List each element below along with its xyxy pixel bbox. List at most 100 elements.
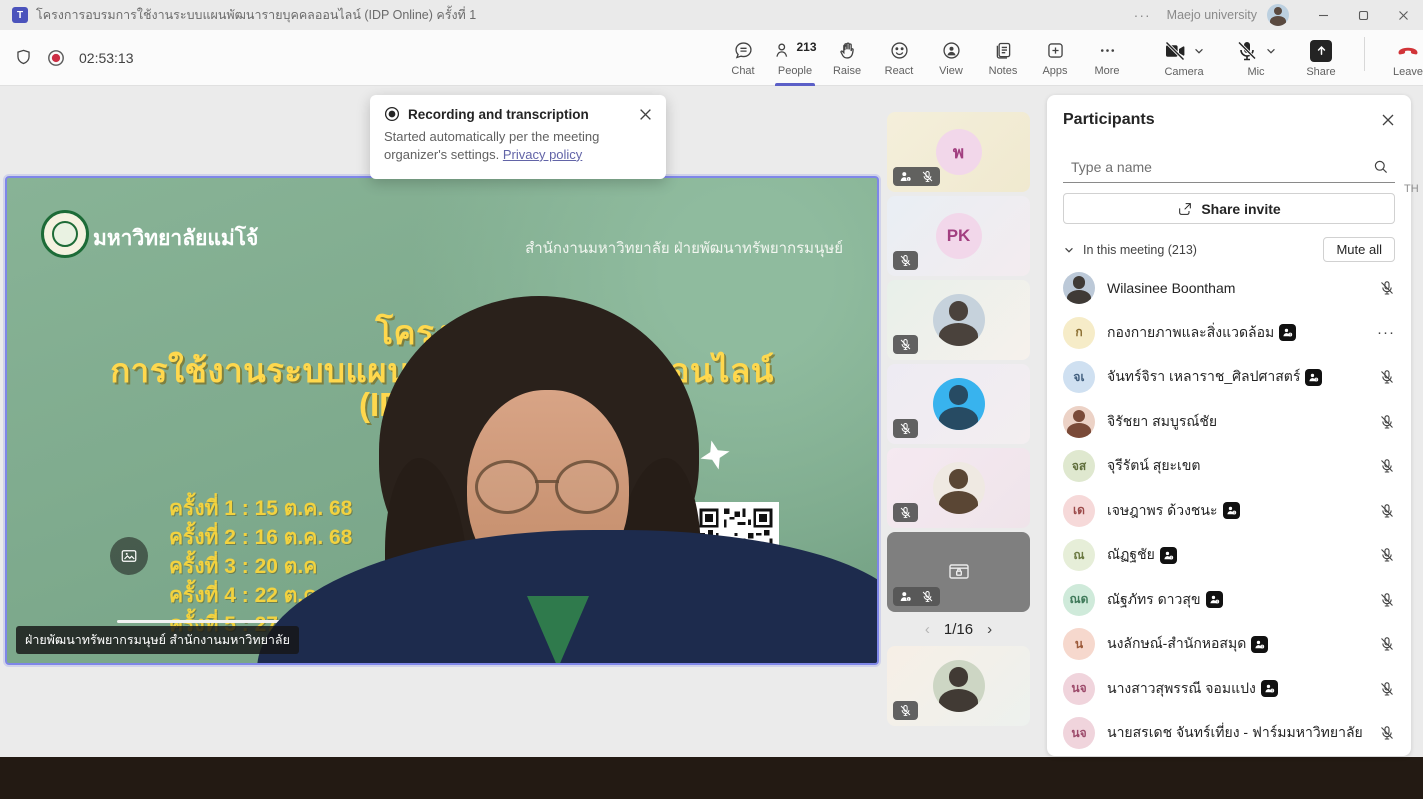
participant-name: เจษฎาพร ด้วงชนะ ? [1107, 500, 1367, 522]
tile-photo-avatar [933, 378, 985, 430]
tile-initials-avatar: พ [936, 129, 982, 175]
mic-button[interactable]: Mic [1220, 39, 1292, 78]
pager-prev-icon[interactable]: ‹ [925, 621, 930, 638]
main-video-tile[interactable]: มหาวิทยาลัยแม่โจ้ สำนักงานมหาวิทยาลัย ฝ่… [5, 176, 879, 665]
participant-row[interactable]: ณด ณัฐภัทร ดาวสุข ? [1063, 578, 1395, 623]
participant-name: จิรัชยา สมบูรณ์ชัย ? [1107, 411, 1367, 433]
apps-button[interactable]: Apps [1029, 30, 1081, 86]
camera-button[interactable]: Camera [1148, 39, 1220, 78]
participant-row[interactable]: นจ นางสาวสุพรรณี จอมแปง ? [1063, 667, 1395, 712]
video-tile[interactable]: ! [887, 280, 1030, 360]
raise-hand-button[interactable]: Raise [821, 30, 873, 86]
react-button[interactable]: React [873, 30, 925, 86]
presenter-glasses-left [475, 460, 539, 514]
user-avatar[interactable] [1267, 4, 1289, 26]
panel-close-icon[interactable] [1381, 113, 1395, 127]
video-tile[interactable] [887, 646, 1030, 726]
privacy-policy-link[interactable]: Privacy policy [503, 147, 582, 162]
share-button[interactable]: Share [1292, 39, 1350, 78]
university-logo [41, 210, 89, 258]
camera-options-chevron-icon[interactable] [1193, 45, 1205, 57]
video-tile[interactable]: พ ! [887, 112, 1030, 192]
participant-name: นายสรเดช จันทร์เที่ยง - ฟาร์มมหาวิทยาลัย… [1107, 722, 1367, 744]
toast-body: Started automatically per the meeting or… [384, 128, 652, 164]
presenter-glasses-right [555, 460, 619, 514]
sparkle-shape [697, 437, 733, 473]
notes-button[interactable]: Notes [977, 30, 1029, 86]
search-input[interactable] [1071, 159, 1373, 175]
video-tile[interactable]: PK ! [887, 196, 1030, 276]
participant-row[interactable]: นจ นายสรเดช จันทร์เที่ยง - ฟาร์มมหาวิทยา… [1063, 711, 1395, 756]
participant-search[interactable] [1063, 151, 1395, 183]
participant-name: นงลักษณ์-สำนักหอสมุด ? [1107, 633, 1367, 655]
mic-off-icon [1379, 280, 1395, 296]
participant-row[interactable]: น นงลักษณ์-สำนักหอสมุด ? [1063, 622, 1395, 667]
slide-university-name: มหาวิทยาลัยแม่โจ้ [93, 222, 258, 255]
participant-initials-avatar: เด [1063, 495, 1095, 527]
session-schedule-item: ครั้งที่ 2 : 16 ต.ค. 68 [169, 523, 352, 552]
window-title: โครงการอบรมการใช้งานระบบแผนพัฒนารายบุคคล… [36, 5, 476, 25]
mic-off-icon [1379, 725, 1395, 741]
close-window-button[interactable] [1383, 0, 1423, 30]
participant-row[interactable]: ก กองกายภาพและสิ่งแวดล้อม ? ··· [1063, 311, 1395, 356]
people-button[interactable]: 213 People [769, 30, 821, 86]
participant-initials-avatar: นจ [1063, 673, 1095, 705]
mic-off-icon [1379, 369, 1395, 385]
participant-row[interactable]: Wilasinee Boontham ? [1063, 266, 1395, 311]
participant-name: จุรีรัตน์ สุยะเขต ? [1107, 455, 1367, 477]
teams-meeting-window: T โครงการอบรมการใช้งานระบบแผนพัฒนารายบุค… [0, 0, 1423, 799]
mic-off-icon [899, 704, 912, 717]
chat-button[interactable]: Chat [717, 30, 769, 86]
share-invite-button[interactable]: Share invite [1063, 193, 1395, 224]
external-guest-icon: ? [1305, 369, 1322, 386]
react-icon [889, 40, 910, 61]
language-indicator: TH [1404, 183, 1419, 195]
participant-initials-avatar: จเ [1063, 361, 1095, 393]
participant-row[interactable]: จิรัชยา สมบูรณ์ชัย ? [1063, 400, 1395, 445]
video-tile[interactable]: ! [887, 448, 1030, 528]
mic-options-chevron-icon[interactable] [1265, 45, 1277, 57]
svg-text:?: ? [1316, 378, 1318, 382]
tile-status-badges [893, 701, 918, 720]
video-tile[interactable]: ! [887, 364, 1030, 444]
mic-off-icon [899, 338, 912, 351]
more-button[interactable]: More [1081, 30, 1133, 86]
recording-indicator-icon [47, 49, 65, 67]
participant-row[interactable]: จส จุรีรัตน์ สุยะเขต ? [1063, 444, 1395, 489]
pager-next-icon[interactable]: › [987, 621, 992, 638]
minimize-button[interactable] [1303, 0, 1343, 30]
tile-status-badges: ! [893, 251, 918, 270]
video-tile[interactable]: ! [887, 532, 1030, 612]
participant-name: ณัฏฐชัย ? [1107, 544, 1367, 566]
mic-off-icon [1379, 458, 1395, 474]
toast-close-icon[interactable] [639, 108, 652, 121]
leave-button[interactable]: Leave [1379, 39, 1423, 78]
participant-list: Wilasinee Boontham ? ก [1063, 266, 1395, 756]
mute-all-button[interactable]: Mute all [1323, 237, 1395, 262]
notes-icon [993, 40, 1014, 61]
mic-off-icon [1235, 39, 1259, 63]
participants-panel: Participants Share invite In this meetin… [1047, 95, 1411, 756]
maximize-button[interactable] [1343, 0, 1383, 30]
tile-status-badges: ! [893, 503, 918, 522]
participant-row[interactable]: เด เจษฎาพร ด้วงชนะ ? [1063, 489, 1395, 534]
participant-row[interactable]: จเ จันทร์จิรา เหลาราช_ศิลปศาสตร์ ? [1063, 355, 1395, 400]
minimize-icon [1318, 10, 1329, 21]
image-icon [120, 547, 138, 565]
svg-text:?: ? [1290, 333, 1292, 337]
section-chevron-icon[interactable] [1063, 244, 1075, 256]
participant-row[interactable]: ณ ณัฏฐชัย ? [1063, 533, 1395, 578]
view-button[interactable]: View [925, 30, 977, 86]
svg-text:!: ! [908, 177, 909, 181]
titlebar-overflow-icon[interactable]: ··· [1118, 7, 1167, 23]
participant-more-icon[interactable]: ··· [1377, 324, 1395, 341]
participant-initials-avatar: ณด [1063, 584, 1095, 616]
participant-name: นางสาวสุพรรณี จอมแปง ? [1107, 678, 1367, 700]
participant-name: จันทร์จิรา เหลาราช_ศิลปศาสตร์ ? [1107, 366, 1367, 388]
windows-taskbar: 5 Search T 1 [0, 757, 1423, 799]
meeting-timer: 02:53:13 [79, 50, 134, 66]
tile-photo-avatar [933, 462, 985, 514]
avatar-silhouette [1274, 7, 1282, 15]
participant-initials-avatar: จส [1063, 450, 1095, 482]
window-titlebar: T โครงการอบรมการใช้งานระบบแผนพัฒนารายบุค… [0, 0, 1423, 30]
